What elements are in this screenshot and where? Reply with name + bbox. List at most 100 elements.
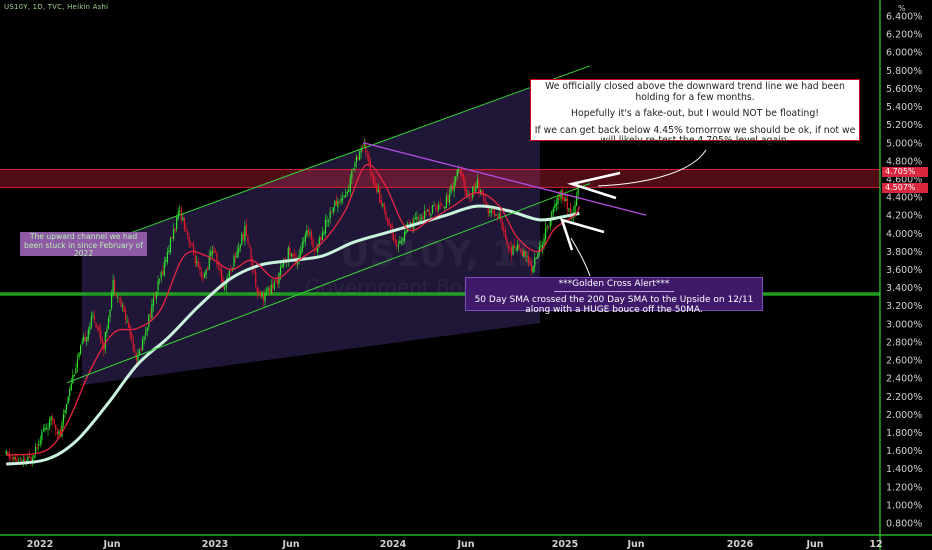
candle-body bbox=[221, 269, 223, 282]
candle-body bbox=[447, 194, 449, 202]
candle-body bbox=[312, 239, 314, 248]
watermark-ticker: US10Y, 1D bbox=[340, 234, 547, 275]
price-axis-label: 6.400% bbox=[886, 12, 922, 23]
candle-body bbox=[73, 375, 75, 377]
candle-body bbox=[47, 428, 49, 430]
golden-cross-divider bbox=[554, 291, 674, 292]
time-axis[interactable]: 2022 Jun 2023 Jun 2024 Jun 2025 Jun 2026 Jun 12 bbox=[27, 539, 883, 550]
candle-body bbox=[45, 428, 48, 430]
candle-body bbox=[163, 262, 165, 276]
candle-body bbox=[309, 233, 311, 235]
candle-body bbox=[193, 245, 195, 255]
time-axis-label: 2025 bbox=[552, 539, 578, 550]
candle-body bbox=[236, 251, 238, 258]
price-axis-label: 4.000% bbox=[886, 229, 922, 240]
price-tag-4705: 4.705% bbox=[882, 167, 928, 177]
candle-body bbox=[424, 210, 426, 219]
candle-body bbox=[50, 416, 52, 421]
candle-body bbox=[81, 342, 83, 344]
candle-body bbox=[101, 338, 103, 343]
candle-body bbox=[273, 282, 275, 289]
candle-body bbox=[289, 247, 291, 256]
candle-body bbox=[496, 216, 499, 218]
price-axis-label: 4.200% bbox=[886, 211, 922, 222]
candle-body bbox=[106, 329, 108, 333]
candle-body bbox=[473, 184, 475, 192]
candle-body bbox=[22, 459, 24, 462]
candle-body bbox=[90, 315, 93, 327]
candle-body bbox=[64, 409, 66, 414]
price-axis-label: 5.200% bbox=[886, 120, 922, 131]
candle-body bbox=[69, 389, 71, 397]
candle-body bbox=[349, 177, 351, 192]
candle-body bbox=[213, 250, 215, 253]
candle-body bbox=[555, 203, 558, 206]
candle-body bbox=[228, 270, 230, 278]
candle-body bbox=[128, 321, 130, 328]
candle-body bbox=[76, 359, 79, 368]
candle-body bbox=[10, 456, 12, 458]
candle-body bbox=[351, 170, 353, 179]
candle-body bbox=[554, 203, 556, 209]
candle-body bbox=[62, 414, 65, 424]
candle-body bbox=[267, 287, 269, 292]
candle-body bbox=[269, 288, 271, 293]
candle-body bbox=[493, 208, 496, 217]
candle-body bbox=[210, 252, 212, 256]
candle-body bbox=[444, 206, 446, 209]
candle-body bbox=[241, 234, 243, 245]
candle-body bbox=[498, 214, 500, 218]
candle-body bbox=[165, 260, 167, 263]
candle-body bbox=[159, 279, 161, 281]
candle-body bbox=[478, 180, 480, 193]
candle-body bbox=[425, 211, 427, 213]
candle-body bbox=[84, 337, 86, 342]
time-axis-label: Jun bbox=[281, 539, 299, 550]
price-axis-label: 2.400% bbox=[886, 374, 922, 385]
price-axis-label: 1.200% bbox=[886, 482, 922, 493]
candle-body bbox=[97, 327, 99, 329]
candle-body bbox=[141, 339, 144, 351]
candle-body bbox=[191, 243, 193, 246]
candle-body bbox=[176, 217, 178, 230]
candle-body bbox=[427, 209, 429, 212]
candle-body bbox=[490, 209, 492, 213]
candle-body bbox=[386, 219, 389, 222]
candle-body bbox=[174, 228, 176, 231]
candle-body bbox=[253, 271, 255, 273]
annotation-channel-note[interactable]: The upward channel we had been stuck in … bbox=[20, 232, 147, 258]
candle-body bbox=[53, 419, 55, 425]
candle-body bbox=[152, 298, 155, 307]
candle-body bbox=[179, 210, 181, 212]
candle-body bbox=[352, 168, 354, 170]
golden-cross-text: 50 Day SMA crossed the 200 Day SMA to th… bbox=[474, 295, 754, 315]
candle-body bbox=[442, 207, 444, 209]
candle-body bbox=[203, 273, 206, 278]
candle-body bbox=[281, 265, 283, 268]
candle-body bbox=[126, 320, 128, 322]
symbol-header[interactable]: US10Y, 1D, TVC, Heikin Ashi bbox=[4, 3, 108, 11]
candle-body bbox=[112, 280, 114, 296]
price-axis-label: 5.000% bbox=[886, 138, 922, 149]
candle-body bbox=[132, 340, 134, 350]
candle-body bbox=[250, 247, 252, 262]
price-axis-label: 5.400% bbox=[886, 102, 922, 113]
candle-body bbox=[324, 219, 327, 234]
candle-body bbox=[30, 456, 32, 461]
candle-body bbox=[48, 419, 51, 428]
candle-body bbox=[169, 237, 172, 253]
candle-body bbox=[238, 248, 240, 253]
candle-body bbox=[95, 322, 97, 327]
candle-body bbox=[354, 162, 356, 168]
candle-body bbox=[272, 284, 274, 289]
candle-body bbox=[261, 292, 263, 297]
time-axis-label: Jun bbox=[102, 539, 120, 550]
annotation-main-note[interactable]: We officially closed above the downward … bbox=[530, 79, 860, 146]
price-axis[interactable]: 6.400% 6.200% 6.000% 5.800% 5.600% 5.400% 5.20… bbox=[886, 12, 922, 530]
candle-body bbox=[131, 333, 133, 340]
candle-body bbox=[79, 345, 82, 355]
candle-body bbox=[276, 279, 279, 284]
candle-body bbox=[458, 170, 460, 172]
annotation-golden-cross[interactable]: ***Golden Cross Alert*** 50 Day SMA cros… bbox=[465, 277, 763, 315]
candle-body bbox=[287, 247, 289, 261]
